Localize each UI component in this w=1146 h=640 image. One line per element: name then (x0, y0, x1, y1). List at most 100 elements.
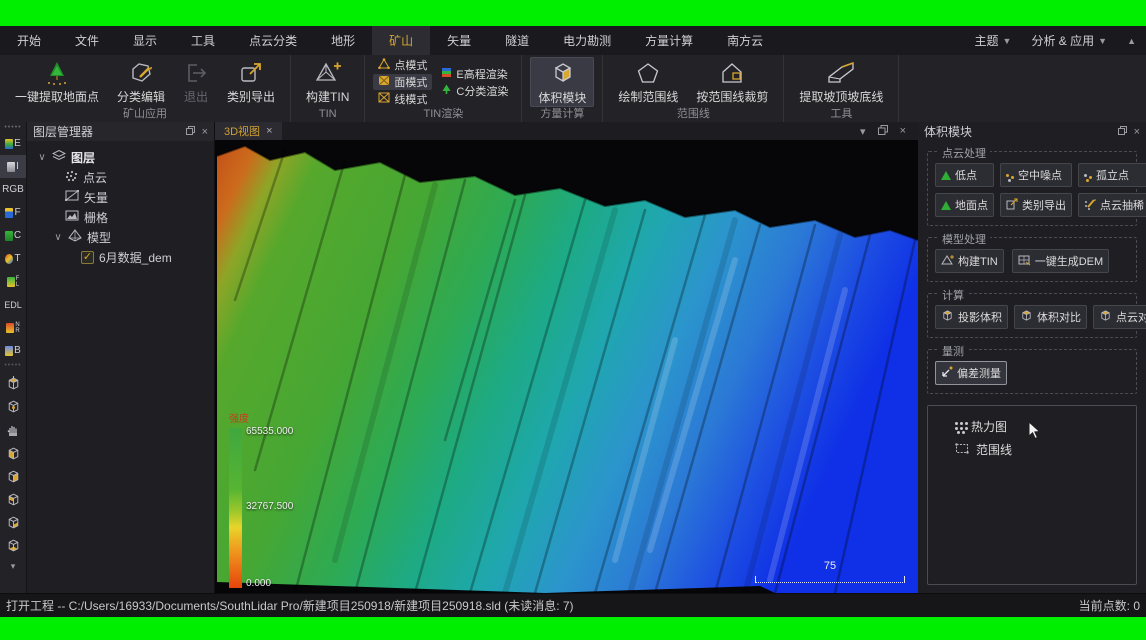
intensity-render-tool[interactable]: I (0, 155, 26, 178)
tin-icon (941, 254, 954, 269)
close-icon[interactable]: × (202, 126, 208, 138)
blend-render-tool[interactable]: B (0, 339, 26, 362)
tool-letter: C (14, 230, 21, 241)
nr-render-tool[interactable]: NR (0, 316, 26, 339)
category-export-button[interactable]: 类别导出 (1000, 193, 1072, 217)
cube-icon (1020, 309, 1033, 325)
tab-3d-view[interactable]: 3D视图 × (215, 122, 282, 140)
pointcloud-thin-button[interactable]: 点云抽稀 (1078, 193, 1146, 217)
ribbon-group-label: 工具 (784, 107, 898, 122)
menu-item-power-survey[interactable]: 电力勘测 (546, 26, 628, 55)
view-back-icon[interactable] (6, 469, 21, 487)
fl-mini-icon (7, 277, 15, 287)
menu-item-start[interactable]: 开始 (0, 26, 58, 55)
volume-panel-titlebar: 体积模块 × (918, 122, 1146, 141)
legend-min-value: 0.000 (246, 578, 271, 589)
tree-icon (941, 171, 951, 180)
pan-hand-icon[interactable] (5, 422, 21, 441)
point-mode-button[interactable]: 点模式 (373, 57, 432, 73)
collapse-ribbon-button[interactable]: ▲ (1117, 26, 1146, 55)
menu-item-volume-calc[interactable]: 方量计算 (628, 26, 710, 55)
classify-edit-button[interactable]: 分类编辑 (110, 57, 172, 107)
menu-item-south-cloud[interactable]: 南方云 (710, 26, 780, 55)
air-noise-button[interactable]: 空中噪点 (1000, 163, 1072, 187)
dem-checkbox[interactable]: ✓ (81, 251, 94, 264)
elevation-render-button[interactable]: E高程渲染 (436, 66, 513, 82)
generate-dem-button[interactable]: 一键生成DEM (1012, 249, 1109, 273)
view-right-icon[interactable] (6, 515, 21, 533)
view-left-icon[interactable] (6, 492, 21, 510)
toolbar-more-icon[interactable]: ▾ (11, 561, 16, 572)
close-icon[interactable]: × (1134, 126, 1140, 138)
menu-item-tunnel[interactable]: 隧道 (488, 26, 546, 55)
cube-icon (548, 59, 576, 87)
tree-node-raster[interactable]: 栅格 (31, 207, 210, 227)
tree-node-layers[interactable]: ∨ 图层 (31, 147, 210, 167)
edl-render-tool[interactable]: EDL (0, 293, 26, 316)
current-point-count: 当前点数: 0 (1079, 597, 1140, 614)
close-view-icon[interactable]: × (900, 125, 906, 137)
pointcloud-compare-button[interactable]: 点云对比 (1093, 305, 1146, 329)
pointcloud-icon (65, 170, 78, 185)
tree-node-dem[interactable]: ✓ 6月数据_dem (31, 247, 210, 267)
menu-item-tools[interactable]: 工具 (174, 26, 232, 55)
tree-node-vector[interactable]: 矢量 (31, 187, 210, 207)
extract-slope-lines-button[interactable]: 提取坡顶坡底线 (792, 57, 890, 107)
classify-render-icon (441, 84, 452, 98)
deviation-measure-button[interactable]: 偏差测量 (935, 361, 1007, 385)
view-front-icon[interactable] (6, 446, 21, 464)
restore-view-icon[interactable] (878, 125, 888, 138)
extract-ground-points-button[interactable]: 一键提取地面点 (8, 57, 106, 107)
low-points-button[interactable]: 低点 (935, 163, 994, 187)
projection-volume-button[interactable]: 投影体积 (935, 305, 1008, 329)
fl-render-tool[interactable]: FL (0, 270, 26, 293)
view-top-icon[interactable] (6, 376, 21, 394)
class-render-tool[interactable]: C (0, 224, 26, 247)
exit-button: 退出 (176, 57, 216, 107)
button-label: 线模式 (394, 91, 427, 107)
float-panel-icon[interactable] (1118, 126, 1127, 138)
tree-node-pointcloud[interactable]: 点云 (31, 167, 210, 187)
tree-icon (941, 201, 951, 210)
viewport-3d[interactable]: 强度 65535.000 32767.500 0.000 75 (215, 140, 918, 593)
category-export-button[interactable]: 类别导出 (220, 57, 282, 107)
draw-boundary-button[interactable]: 绘制范围线 (611, 57, 685, 107)
build-tin-button[interactable]: 构建TIN (299, 57, 356, 107)
menu-item-terrain[interactable]: 地形 (314, 26, 372, 55)
elevation-render-tool[interactable]: E (0, 132, 26, 155)
line-mode-button[interactable]: 线模式 (373, 91, 432, 107)
classify-render-button[interactable]: C分类渲染 (436, 83, 513, 99)
face-mode-button[interactable]: 面模式 (373, 74, 432, 90)
build-tin-button[interactable]: 构建TIN (935, 249, 1004, 273)
float-panel-icon[interactable] (186, 126, 195, 138)
menu-item-display[interactable]: 显示 (116, 26, 174, 55)
export-icon (238, 59, 264, 86)
flight-render-tool[interactable]: F (0, 201, 26, 224)
toolbar-handle[interactable]: ••••• (4, 124, 21, 132)
volume-compare-button[interactable]: 体积对比 (1014, 305, 1087, 329)
export-icon (1006, 198, 1018, 213)
time-render-tool[interactable]: T (0, 247, 26, 270)
ribbon-group-label: TIN (291, 107, 364, 122)
isolated-points-button[interactable]: 孤立点 (1078, 163, 1146, 187)
rgb-render-tool[interactable]: RGB (0, 178, 26, 201)
chevron-down-icon[interactable]: ∨ (53, 232, 63, 243)
menu-item-pointcloud-classify[interactable]: 点云分类 (232, 26, 314, 55)
theme-dropdown[interactable]: 主题 ▼ (965, 26, 1022, 55)
view-iso-icon[interactable] (6, 399, 21, 417)
layer-manager-panel: 图层管理器 × ∨ 图层 点云 矢量 栅格 ∨ (27, 122, 215, 593)
view-bottom-icon[interactable] (6, 538, 21, 556)
menu-item-mine[interactable]: 矿山 (372, 26, 430, 55)
clip-by-boundary-button[interactable]: 按范围线裁剪 (689, 57, 775, 107)
menu-item-vector[interactable]: 矢量 (430, 26, 488, 55)
volume-module-button[interactable]: 体积模块 (530, 57, 594, 107)
tree-node-model[interactable]: ∨ 模型 (31, 227, 210, 247)
analysis-apps-dropdown[interactable]: 分析 & 应用 ▼ (1021, 26, 1117, 55)
menu-item-file[interactable]: 文件 (58, 26, 116, 55)
ground-points-button[interactable]: 地面点 (935, 193, 994, 217)
scale-bar: 75 (755, 563, 905, 583)
close-tab-icon[interactable]: × (266, 125, 272, 137)
intensity-legend: 强度 65535.000 32767.500 0.000 (229, 410, 316, 588)
view-menu-icon[interactable]: ▾ (860, 125, 866, 138)
chevron-down-icon[interactable]: ∨ (37, 152, 47, 163)
